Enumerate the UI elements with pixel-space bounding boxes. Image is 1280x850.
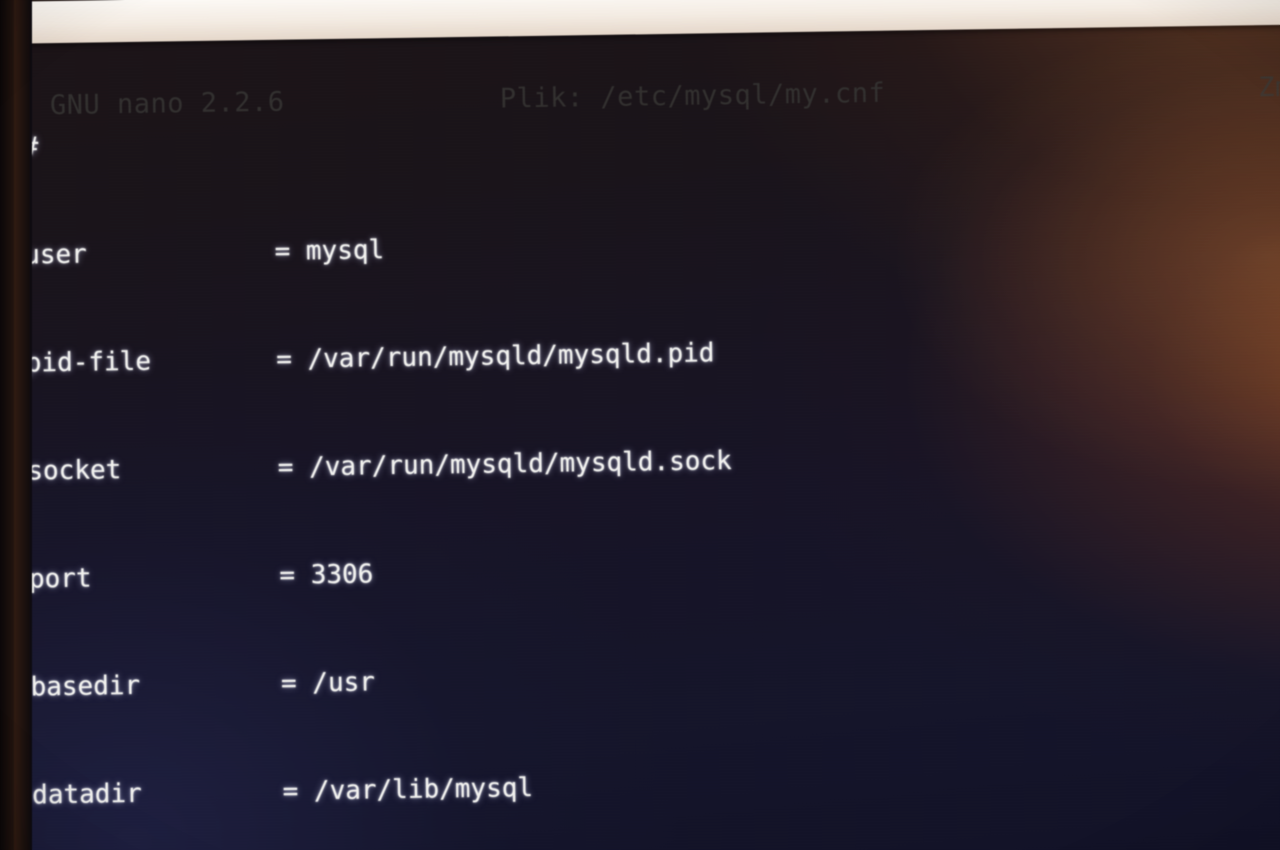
editor-line: pid-file = /var/run/mysqld/mysqld.pid	[25, 338, 715, 379]
editor-line: user = mysql	[23, 235, 385, 271]
editor-line: port = 3306	[28, 559, 374, 595]
nano-title-bar: GNU nano 2.2.6 Plik: /etc/mysql/my.cnf Z…	[0, 0, 1280, 121]
editor-line: basedir = /usr	[30, 667, 376, 703]
monitor-photograph: GNU nano 2.2.6 Plik: /etc/mysql/my.cnf Z…	[0, 0, 1280, 850]
terminal-screen: GNU nano 2.2.6 Plik: /etc/mysql/my.cnf Z…	[0, 0, 1280, 850]
monitor-left-bezel-inner	[14, 0, 30, 850]
editor-line: #	[22, 111, 1280, 166]
editor-line: socket = /var/run/mysqld/mysqld.sock	[27, 446, 732, 487]
editor-text-area[interactable]: # user = mysql pid-file = /var/run/mysql…	[21, 39, 1280, 850]
